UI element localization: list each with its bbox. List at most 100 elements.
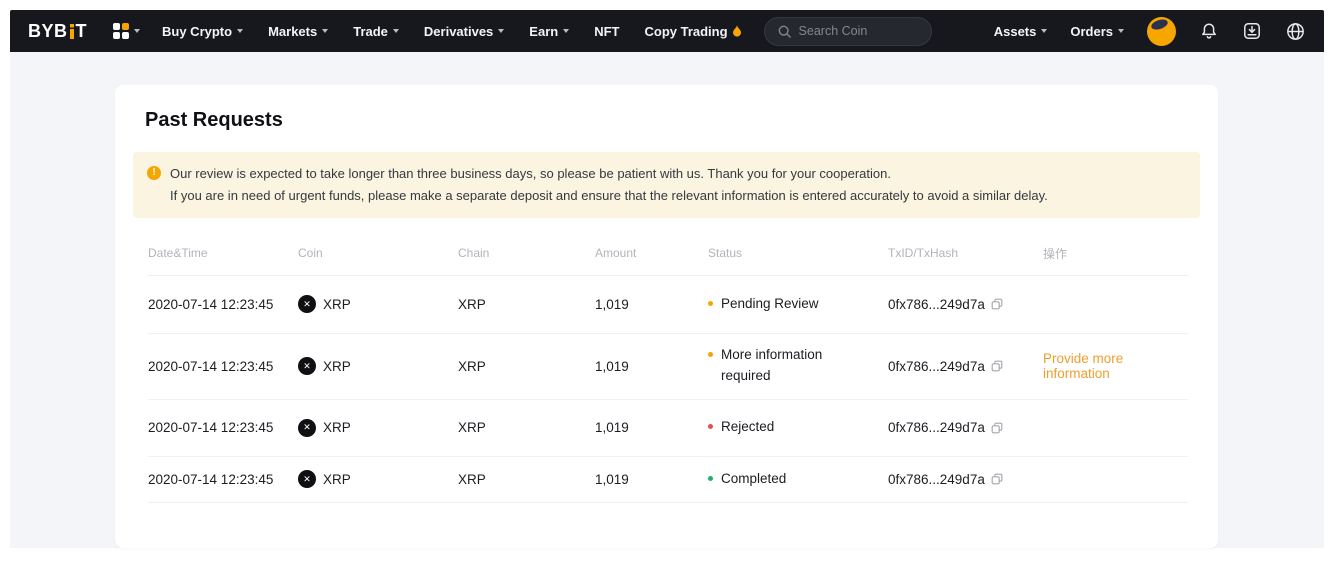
header-chain: Chain bbox=[458, 246, 595, 260]
status-cell: Rejected bbox=[708, 417, 888, 438]
status-cell: More information required bbox=[708, 345, 888, 387]
apps-menu-button[interactable] bbox=[113, 23, 140, 39]
navbar-right: Assets Orders bbox=[994, 17, 1306, 46]
table-row: 2020-07-14 12:23:45 ✕ XRP XRP 1,019 More… bbox=[148, 334, 1188, 400]
flame-icon bbox=[732, 25, 742, 37]
assets-menu[interactable]: Assets bbox=[994, 24, 1048, 39]
coin-cell: ✕ XRP bbox=[298, 295, 458, 313]
language-globe-icon[interactable] bbox=[1285, 21, 1306, 42]
header-amount: Amount bbox=[595, 246, 708, 260]
txid-cell: 0fx786...249d7a bbox=[888, 472, 1043, 487]
top-navbar: BYB T Buy Crypto Markets Trade Derivative… bbox=[10, 10, 1324, 52]
search-icon bbox=[777, 24, 792, 39]
past-requests-card: Past Requests ! Our review is expected t… bbox=[115, 85, 1218, 548]
xrp-icon: ✕ bbox=[298, 470, 316, 488]
nav-menu: Buy Crypto Markets Trade Derivatives Ear… bbox=[162, 24, 742, 39]
chain-cell: XRP bbox=[458, 420, 595, 435]
amount-cell: 1,019 bbox=[595, 297, 708, 312]
coin-cell: ✕ XRP bbox=[298, 357, 458, 375]
status-cell: Pending Review bbox=[708, 294, 888, 315]
amount-cell: 1,019 bbox=[595, 359, 708, 374]
orders-menu[interactable]: Orders bbox=[1070, 24, 1124, 39]
provide-more-information-link[interactable]: Provide more information bbox=[1043, 351, 1123, 381]
copy-icon[interactable] bbox=[990, 297, 1004, 311]
nav-item-earn[interactable]: Earn bbox=[529, 24, 569, 39]
page-background: Past Requests ! Our review is expected t… bbox=[10, 52, 1324, 548]
txid-text: 0fx786...249d7a bbox=[888, 420, 985, 435]
status-dot bbox=[708, 476, 713, 481]
chevron-down-icon bbox=[237, 29, 243, 33]
txid-text: 0fx786...249d7a bbox=[888, 472, 985, 487]
copy-icon[interactable] bbox=[990, 359, 1004, 373]
header-status: Status bbox=[708, 246, 888, 260]
xrp-icon: ✕ bbox=[298, 357, 316, 375]
coin-cell: ✕ XRP bbox=[298, 470, 458, 488]
search-input[interactable] bbox=[799, 24, 909, 38]
notice-line-1: Our review is expected to take longer th… bbox=[170, 163, 1048, 185]
chevron-down-icon bbox=[322, 29, 328, 33]
chevron-down-icon bbox=[498, 29, 504, 33]
notifications-bell-icon[interactable] bbox=[1199, 21, 1219, 41]
chain-cell: XRP bbox=[458, 472, 595, 487]
status-cell: Completed bbox=[708, 469, 888, 490]
notice-line-2: If you are in need of urgent funds, plea… bbox=[170, 185, 1048, 207]
status-text: Rejected bbox=[721, 417, 774, 438]
txid-cell: 0fx786...249d7a bbox=[888, 297, 1043, 312]
status-text: Completed bbox=[721, 469, 786, 490]
logo-accent-bar bbox=[70, 24, 74, 39]
header-action: 操作 bbox=[1043, 245, 1188, 262]
logo-text-after: T bbox=[76, 21, 88, 42]
table-row: 2020-07-14 12:23:45 ✕ XRP XRP 1,019 Reje… bbox=[148, 400, 1188, 457]
status-text: Pending Review bbox=[721, 294, 819, 315]
datetime-cell: 2020-07-14 12:23:45 bbox=[148, 472, 298, 487]
notice-text: Our review is expected to take longer th… bbox=[170, 163, 1048, 207]
table-header-row: Date&Time Coin Chain Amount Status TxID/… bbox=[148, 232, 1188, 276]
bybit-logo[interactable]: BYB T bbox=[28, 21, 87, 42]
copy-icon[interactable] bbox=[990, 421, 1004, 435]
datetime-cell: 2020-07-14 12:23:45 bbox=[148, 420, 298, 435]
user-avatar[interactable] bbox=[1147, 17, 1176, 46]
txid-text: 0fx786...249d7a bbox=[888, 359, 985, 374]
table-row: 2020-07-14 12:23:45 ✕ XRP XRP 1,019 Comp… bbox=[148, 457, 1188, 503]
logo-text-before: BYB bbox=[28, 21, 68, 42]
nav-item-copy-trading[interactable]: Copy Trading bbox=[644, 24, 741, 39]
review-notice-banner: ! Our review is expected to take longer … bbox=[133, 152, 1200, 218]
status-dot bbox=[708, 352, 713, 357]
status-dot bbox=[708, 301, 713, 306]
header-txid: TxID/TxHash bbox=[888, 246, 1043, 260]
txid-cell: 0fx786...249d7a bbox=[888, 420, 1043, 435]
header-coin: Coin bbox=[298, 246, 458, 260]
nav-item-markets[interactable]: Markets bbox=[268, 24, 328, 39]
chevron-down-icon bbox=[393, 29, 399, 33]
nav-item-derivatives[interactable]: Derivatives bbox=[424, 24, 504, 39]
nav-item-buy-crypto[interactable]: Buy Crypto bbox=[162, 24, 243, 39]
table-row: 2020-07-14 12:23:45 ✕ XRP XRP 1,019 Pend… bbox=[148, 276, 1188, 334]
datetime-cell: 2020-07-14 12:23:45 bbox=[148, 297, 298, 312]
page-title: Past Requests bbox=[145, 85, 1188, 152]
chain-cell: XRP bbox=[458, 359, 595, 374]
coin-search-box[interactable] bbox=[764, 17, 932, 46]
download-app-icon[interactable] bbox=[1242, 21, 1262, 41]
chevron-down-icon bbox=[1041, 29, 1047, 33]
header-datetime: Date&Time bbox=[148, 246, 298, 260]
coin-cell: ✕ XRP bbox=[298, 419, 458, 437]
status-text: More information required bbox=[721, 345, 849, 387]
action-cell: Provide more information bbox=[1043, 351, 1188, 381]
chain-cell: XRP bbox=[458, 297, 595, 312]
txid-cell: 0fx786...249d7a bbox=[888, 359, 1043, 374]
nav-item-trade[interactable]: Trade bbox=[353, 24, 399, 39]
copy-icon[interactable] bbox=[990, 472, 1004, 486]
warning-exclamation-icon: ! bbox=[147, 166, 161, 180]
xrp-icon: ✕ bbox=[298, 295, 316, 313]
datetime-cell: 2020-07-14 12:23:45 bbox=[148, 359, 298, 374]
amount-cell: 1,019 bbox=[595, 420, 708, 435]
chevron-down-icon bbox=[563, 29, 569, 33]
txid-text: 0fx786...249d7a bbox=[888, 297, 985, 312]
apps-grid-icon bbox=[113, 23, 129, 39]
chevron-down-icon bbox=[134, 29, 140, 33]
app: BYB T Buy Crypto Markets Trade Derivative… bbox=[10, 10, 1324, 548]
amount-cell: 1,019 bbox=[595, 472, 708, 487]
past-requests-table: Date&Time Coin Chain Amount Status TxID/… bbox=[145, 232, 1188, 503]
nav-item-nft[interactable]: NFT bbox=[594, 24, 619, 39]
status-dot bbox=[708, 424, 713, 429]
